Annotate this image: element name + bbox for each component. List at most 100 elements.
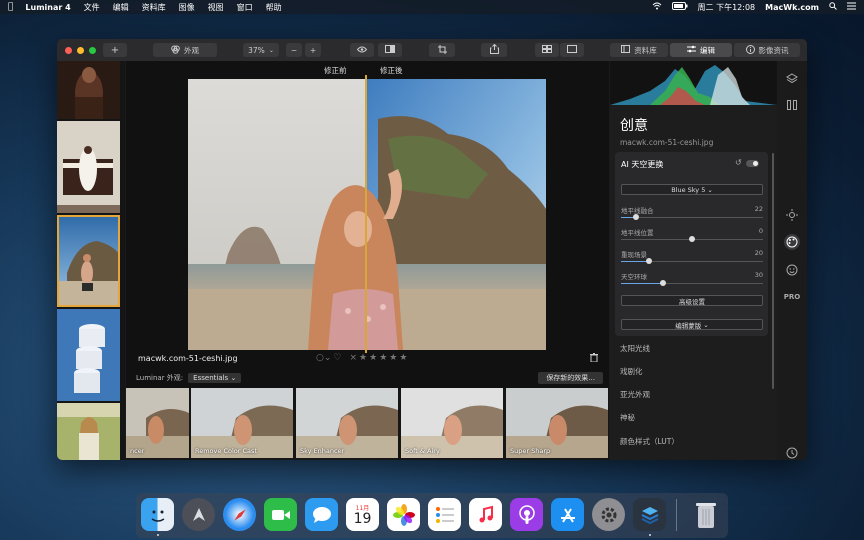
look-thumbnail[interactable]: Sky Enhancer: [296, 388, 398, 458]
sky-global-slider[interactable]: [621, 280, 763, 286]
finder-icon[interactable]: [141, 498, 174, 531]
essentials-sun-icon[interactable]: [784, 207, 800, 223]
wifi-icon[interactable]: [652, 2, 662, 12]
layers-icon[interactable]: [784, 71, 800, 87]
section-color-style-lut[interactable]: 颜色样式（LUT）: [620, 436, 679, 447]
star-4[interactable]: ★: [389, 353, 397, 363]
portrait-face-icon[interactable]: [784, 262, 800, 278]
tab-info[interactable]: 影像资讯: [734, 43, 800, 57]
star-5[interactable]: ★: [399, 353, 407, 363]
info-tab-label: 影像资讯: [758, 45, 789, 55]
grid-view-button[interactable]: [535, 43, 559, 57]
menu-library[interactable]: 资料库: [142, 2, 166, 13]
tab-edit[interactable]: 编辑: [670, 43, 732, 57]
music-icon[interactable]: [469, 498, 502, 531]
photos-icon[interactable]: [387, 498, 420, 531]
minimize-button[interactable]: [77, 46, 84, 54]
compare-button[interactable]: [378, 43, 402, 57]
section-dramatic[interactable]: 戏剧化: [620, 366, 643, 377]
slider-handle[interactable]: [689, 236, 695, 242]
section-matte-look[interactable]: 亚光外观: [620, 389, 650, 400]
thumbnail-1[interactable]: [57, 61, 120, 119]
star-1[interactable]: ★: [359, 353, 367, 363]
thumbnail-5[interactable]: [57, 403, 120, 460]
menu-list-icon[interactable]: [847, 2, 856, 12]
save-new-look-button[interactable]: 保存新的效果...: [538, 372, 603, 384]
reminders-icon[interactable]: [428, 498, 461, 531]
canvas-icon[interactable]: [784, 97, 800, 113]
edited-photo[interactable]: [188, 79, 546, 350]
sliders-icon: [687, 45, 696, 55]
slider-handle[interactable]: [633, 214, 639, 220]
sky-select-dropdown[interactable]: Blue Sky 5 ⌄: [621, 184, 763, 195]
menubar-site[interactable]: MacWk.com: [765, 3, 819, 12]
look-thumbnail[interactable]: ncer: [126, 388, 189, 458]
system-preferences-icon[interactable]: [592, 498, 625, 531]
reject-icon[interactable]: ×: [349, 353, 357, 363]
horizon-position-slider[interactable]: [621, 236, 763, 242]
scene-relight-slider[interactable]: [621, 258, 763, 264]
apple-icon[interactable]: : [8, 2, 13, 12]
close-button[interactable]: [65, 46, 72, 54]
look-thumbnail[interactable]: Super Sharp: [506, 388, 608, 458]
zoom-button[interactable]: [89, 46, 96, 54]
menu-image[interactable]: 图像: [179, 2, 195, 13]
calendar-icon[interactable]: 11月 19: [346, 498, 379, 531]
trash-icon[interactable]: [590, 353, 598, 364]
zoom-select[interactable]: 37% ⌄: [243, 43, 279, 57]
safari-icon[interactable]: [223, 498, 256, 531]
edit-mask-button[interactable]: 编辑蒙版 ⌄: [621, 319, 763, 330]
looks-button[interactable]: 外观: [153, 43, 217, 57]
crop-button[interactable]: [429, 43, 455, 57]
thumbnail-3-selected[interactable]: [57, 215, 120, 307]
add-button[interactable]: +: [103, 43, 127, 57]
thumbnail-2[interactable]: [57, 121, 120, 213]
launchpad-icon[interactable]: [182, 498, 215, 531]
history-clock-icon[interactable]: [784, 445, 800, 460]
toggle-switch[interactable]: [746, 160, 759, 167]
app-store-icon[interactable]: [551, 498, 584, 531]
podcasts-icon[interactable]: [510, 498, 543, 531]
trash-bin-icon[interactable]: [689, 498, 722, 531]
menubar-clock[interactable]: 周二 下午12:08: [698, 2, 756, 13]
section-mystical[interactable]: 神秘: [620, 412, 635, 423]
preview-button[interactable]: [350, 43, 374, 57]
zoom-out-button[interactable]: −: [286, 43, 302, 57]
star-2[interactable]: ★: [369, 353, 377, 363]
look-thumbnail[interactable]: Remove Color Cast: [191, 388, 293, 458]
tab-library[interactable]: 资料库: [610, 43, 668, 57]
toggle-knob: [753, 161, 758, 166]
flag-icon[interactable]: ○⌄: [316, 353, 331, 363]
heart-icon[interactable]: ♡: [333, 353, 341, 363]
section-sun-rays[interactable]: 太阳光线: [620, 343, 650, 354]
advanced-settings-button[interactable]: 高级设置: [621, 295, 763, 306]
before-after-divider[interactable]: [365, 75, 367, 353]
slider-handle[interactable]: [646, 258, 652, 264]
creative-palette-icon[interactable]: [784, 234, 800, 250]
messages-icon[interactable]: [305, 498, 338, 531]
thumbnail-4[interactable]: [57, 309, 120, 401]
menu-app-name[interactable]: Luminar 4: [25, 3, 70, 12]
pro-tools-icon[interactable]: PRO: [784, 289, 800, 305]
slider-handle[interactable]: [660, 280, 666, 286]
reset-icon[interactable]: ↺: [735, 158, 742, 167]
menu-window[interactable]: 窗口: [237, 2, 253, 13]
menu-view[interactable]: 视图: [208, 2, 224, 13]
look-thumbnail[interactable]: Soft & Airy: [401, 388, 503, 458]
facetime-icon[interactable]: [264, 498, 297, 531]
horizon-blending-slider[interactable]: [621, 214, 763, 220]
share-button[interactable]: [481, 43, 507, 57]
looks-collection-select[interactable]: Essentials ⌄: [188, 373, 242, 383]
panel-scrollbar[interactable]: [772, 153, 774, 389]
zoom-in-button[interactable]: +: [305, 43, 321, 57]
luminar-icon[interactable]: [633, 498, 666, 531]
search-icon[interactable]: [829, 2, 837, 12]
star-3[interactable]: ★: [379, 353, 387, 363]
menu-file[interactable]: 文件: [84, 2, 100, 13]
image-canvas[interactable]: 修正前 修正後 macwk.com-51-ceshi.jpg ○⌄ ♡ × ★ …: [126, 61, 609, 460]
menu-help[interactable]: 帮助: [266, 2, 282, 13]
single-view-button[interactable]: [560, 43, 584, 57]
menu-edit[interactable]: 编辑: [113, 2, 129, 13]
ai-sky-title[interactable]: AI 天空更换: [621, 159, 663, 170]
battery-icon[interactable]: [671, 2, 688, 12]
